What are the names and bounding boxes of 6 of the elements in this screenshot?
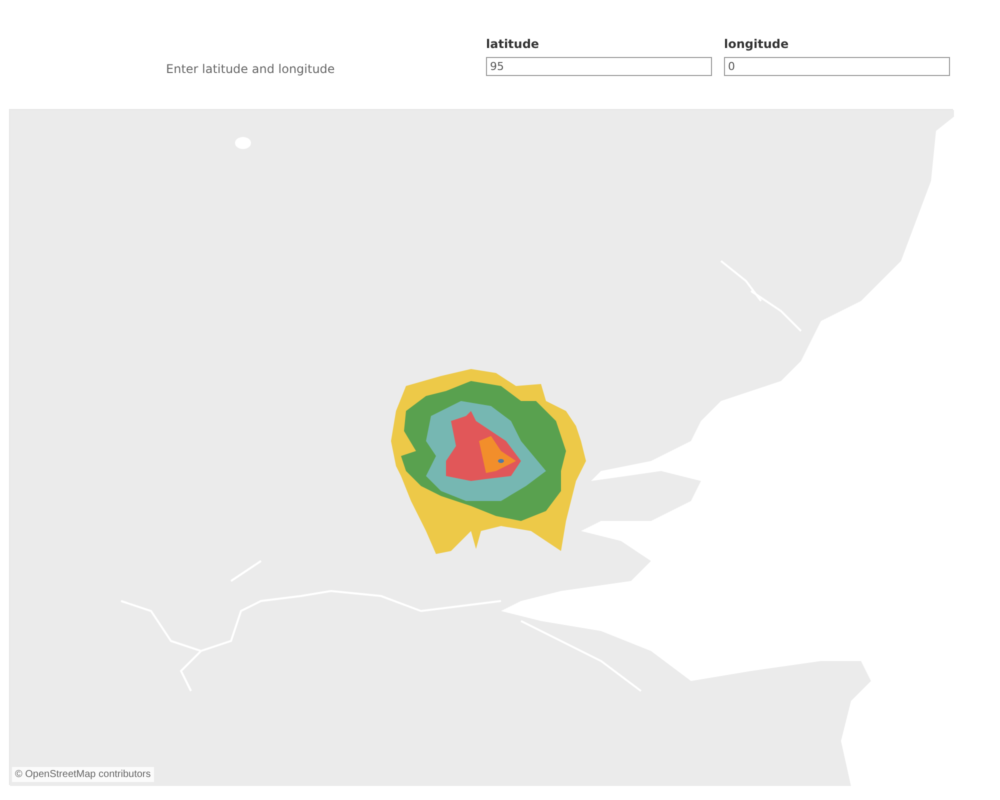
field-label: longitude [724, 36, 789, 53]
prompt-text: Enter latitude and longitude [166, 61, 335, 78]
input-field[interactable]: 95 [486, 57, 712, 76]
field-label: latitude [486, 36, 540, 53]
input-field[interactable]: 0 [724, 57, 950, 76]
attribution-text: © OpenStreetMap contributors [12, 767, 154, 782]
